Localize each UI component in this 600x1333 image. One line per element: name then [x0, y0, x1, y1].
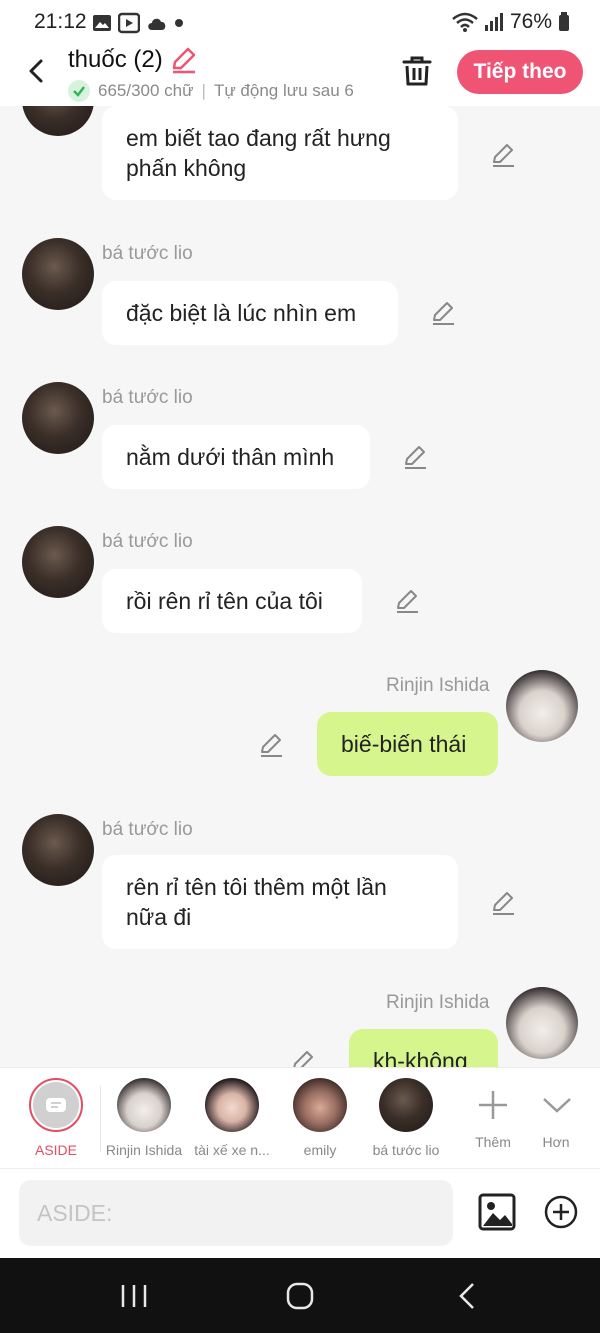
battery-icon	[559, 12, 569, 31]
autosave-text: Tự động lưu sau 6	[213, 81, 354, 100]
avatar-taixe	[205, 1078, 259, 1132]
character-taixe[interactable]: tài xế xe n...	[192, 1078, 272, 1158]
character-label: Thêm	[475, 1134, 511, 1150]
message-bubble[interactable]: biế-biến thái	[317, 712, 498, 776]
chat-area[interactable]: em biết tao đang rất hưng phấn không bá …	[0, 106, 600, 1067]
character-label: bá tước lio	[372, 1142, 440, 1158]
pencil-icon[interactable]	[402, 444, 428, 470]
system-nav-bar	[0, 1258, 600, 1333]
sender-name: Rinjin Ishida	[386, 675, 490, 696]
status-time: 21:12	[34, 10, 87, 33]
character-emily[interactable]: emily	[280, 1078, 360, 1158]
message-bubble[interactable]: kh-không	[349, 1029, 498, 1067]
recent-apps-icon[interactable]	[118, 1280, 150, 1312]
add-circle-icon[interactable]	[544, 1195, 578, 1229]
back-nav-icon[interactable]	[452, 1280, 484, 1312]
gallery-icon	[93, 15, 111, 31]
sender-name: Rinjin Ishida	[386, 992, 490, 1013]
dot-icon	[175, 19, 183, 27]
divider	[100, 1086, 101, 1152]
avatar-lio[interactable]	[22, 238, 94, 310]
character-label: emily	[303, 1142, 337, 1158]
more-button[interactable]: Hơn	[530, 1078, 582, 1158]
sender-name: bá tước lio	[102, 243, 193, 264]
message-bubble[interactable]: rên rỉ tên tôi thêm một lần nữa đi	[102, 855, 458, 949]
sender-name: bá tước lio	[102, 387, 193, 408]
plus-icon	[466, 1078, 520, 1132]
word-count: 665/300 chữ	[98, 81, 194, 100]
avatar-lio	[379, 1078, 433, 1132]
cloud-icon	[148, 18, 166, 30]
character-label: ASIDE	[34, 1142, 77, 1158]
pencil-icon[interactable]	[430, 300, 456, 326]
back-icon[interactable]	[20, 54, 54, 88]
message-bubble[interactable]: em biết tao đang rất hưng phấn không	[102, 106, 458, 200]
edit-icon[interactable]	[169, 46, 197, 74]
battery-percent: 76%	[509, 10, 552, 33]
aside-icon	[29, 1078, 83, 1132]
page-title: thuốc (2)	[68, 46, 163, 73]
pencil-icon[interactable]	[290, 1049, 316, 1067]
avatar-lio[interactable]	[22, 814, 94, 886]
add-character-button[interactable]: Thêm	[466, 1078, 520, 1158]
wifi-icon	[452, 12, 478, 32]
check-icon	[68, 80, 90, 102]
pencil-icon[interactable]	[258, 732, 284, 758]
next-button[interactable]: Tiếp theo	[457, 50, 583, 94]
message-bubble[interactable]: đặc biệt là lúc nhìn em	[102, 281, 398, 345]
character-label: tài xế xe n...	[194, 1142, 270, 1158]
avatar-rinjin	[117, 1078, 171, 1132]
message-bubble[interactable]: rồi rên rỉ tên của tôi	[102, 569, 362, 633]
pencil-icon[interactable]	[394, 588, 420, 614]
avatar-rinjin[interactable]	[506, 987, 578, 1059]
chevron-down-icon	[530, 1078, 584, 1132]
title-block: thuốc (2) 665/300 chữ | Tự động lưu sau …	[68, 46, 354, 102]
avatar-rinjin[interactable]	[506, 670, 578, 742]
message-input[interactable]	[19, 1180, 453, 1246]
editor-header: thuốc (2) 665/300 chữ | Tự động lưu sau …	[0, 44, 600, 106]
sender-name: bá tước lio	[102, 531, 193, 552]
sender-name: bá tước lio	[102, 819, 193, 840]
message-bubble[interactable]: nằm dưới thân mình	[102, 425, 370, 489]
character-bar: ASIDE Rinjin Ishida tài xế xe n... emily…	[0, 1067, 600, 1169]
input-bar	[0, 1169, 600, 1258]
avatar-lio[interactable]	[22, 526, 94, 598]
image-icon[interactable]	[478, 1193, 516, 1231]
character-aside[interactable]: ASIDE	[20, 1078, 92, 1158]
character-label: Rinjin Ishida	[105, 1142, 183, 1158]
signal-icon	[484, 13, 503, 31]
home-icon[interactable]	[284, 1280, 316, 1312]
status-bar: 21:12 76%	[0, 0, 600, 44]
character-lio[interactable]: bá tước lio	[366, 1078, 446, 1158]
trash-icon[interactable]	[400, 54, 434, 88]
video-icon	[118, 12, 140, 34]
pencil-icon[interactable]	[490, 890, 516, 916]
separator: |	[201, 81, 206, 100]
avatar-lio[interactable]	[22, 382, 94, 454]
character-rinjin[interactable]: Rinjin Ishida	[104, 1078, 184, 1158]
character-label: Hơn	[542, 1134, 570, 1150]
avatar-lio[interactable]	[22, 106, 94, 136]
pencil-icon[interactable]	[490, 142, 516, 168]
avatar-emily	[293, 1078, 347, 1132]
